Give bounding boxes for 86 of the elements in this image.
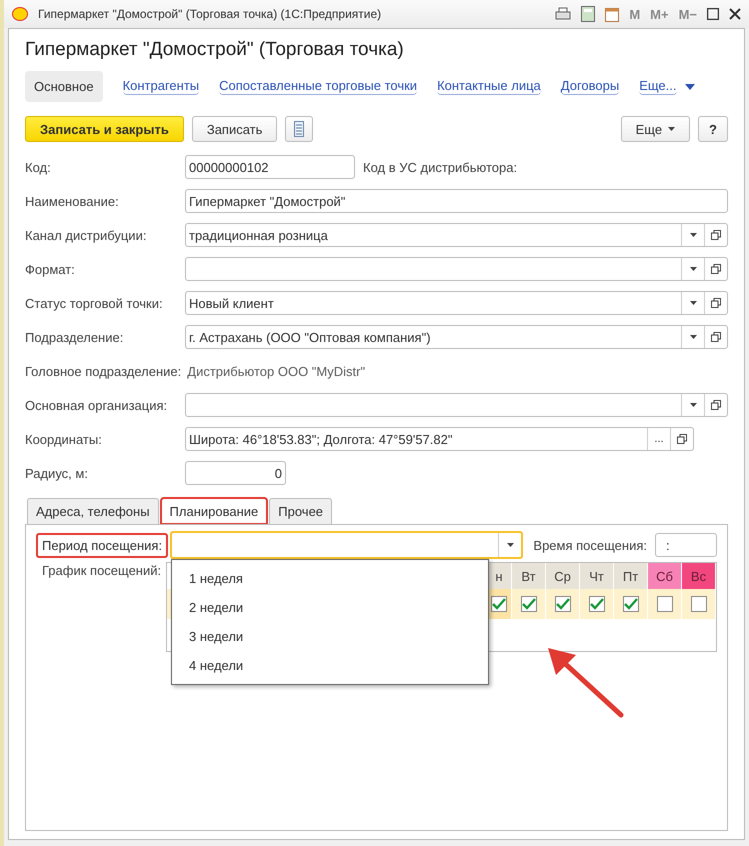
close-icon[interactable] xyxy=(729,8,741,20)
tab[interactable]: Адреса, телефоны xyxy=(27,498,159,524)
select-field[interactable]: г. Астрахань (ООО "Оптовая компания") xyxy=(185,325,728,349)
field-label: Время посещения: xyxy=(533,538,647,552)
save-button[interactable]: Записать xyxy=(192,116,278,142)
open-icon xyxy=(711,230,721,240)
checkmark-icon xyxy=(522,598,536,610)
list-button[interactable] xyxy=(285,116,314,142)
field-label: Координаты: xyxy=(25,432,103,446)
list-icon xyxy=(294,121,304,137)
caret-icon xyxy=(668,127,676,131)
checkmark-icon xyxy=(624,598,638,610)
menu-option[interactable]: 1 неделя xyxy=(172,564,488,593)
section-link[interactable]: Контактные лица xyxy=(437,78,541,95)
caret-icon xyxy=(506,543,514,547)
day-checkbox[interactable] xyxy=(622,596,638,612)
save-close-button[interactable]: Записать и закрыть xyxy=(25,116,184,142)
field-label: Код в УС дистрибьютора: xyxy=(363,160,518,174)
caret-icon xyxy=(690,301,696,305)
day-checkbox[interactable] xyxy=(491,596,507,612)
select-field[interactable] xyxy=(170,531,524,559)
day-header: Ср xyxy=(546,563,580,589)
field-label: Головное подразделение: xyxy=(25,364,182,378)
window-title: Гипермаркет "Домострой" (Торговая точка) (1С:Предприятие) xyxy=(38,7,382,21)
field-label: Канал дистрибуции: xyxy=(25,228,148,242)
checkmark-icon xyxy=(556,598,570,610)
number-field[interactable]: 0 xyxy=(185,461,286,485)
caret-icon xyxy=(690,335,696,339)
day-checkbox[interactable] xyxy=(520,596,536,612)
caret-icon xyxy=(690,267,696,271)
day-checkbox[interactable] xyxy=(656,596,672,612)
day-checkbox[interactable] xyxy=(554,596,570,612)
field-value: Дистрибьютор ООО "MyDistr" xyxy=(187,364,366,378)
checkmark-icon xyxy=(590,598,604,610)
field-label: Основная организация: xyxy=(25,398,168,412)
open-icon xyxy=(711,264,721,274)
field-label: Код: xyxy=(25,160,52,174)
caret-icon xyxy=(690,233,696,237)
day-checkbox[interactable] xyxy=(588,596,604,612)
field-label: Период посещения: xyxy=(36,532,168,558)
day-header: Сб xyxy=(648,563,682,589)
field-label: График посещений: xyxy=(42,563,162,578)
text-field[interactable]: 00000000102 xyxy=(185,155,355,179)
maximize-icon[interactable] xyxy=(707,8,719,20)
day-header: Пт xyxy=(614,563,648,589)
field-label: Подразделение: xyxy=(25,330,124,344)
field-label: Наименование: xyxy=(25,194,120,208)
field-label: Формат: xyxy=(25,262,76,276)
text-field[interactable]: Гипермаркет "Домострой" xyxy=(185,189,728,213)
menu-option[interactable]: 2 недели xyxy=(172,593,488,622)
tab[interactable]: Прочее xyxy=(269,498,332,524)
checkmark-icon xyxy=(492,598,506,610)
day-header: Вт xyxy=(512,563,546,589)
open-icon xyxy=(677,434,687,444)
open-icon xyxy=(711,298,721,308)
calendar-icon[interactable] xyxy=(605,6,620,22)
menu-option[interactable]: 4 недели xyxy=(172,651,488,680)
select-field[interactable] xyxy=(185,257,728,281)
printer-icon[interactable] xyxy=(555,7,572,21)
tab[interactable]: Планирование xyxy=(160,498,268,524)
select-field[interactable]: Новый клиент xyxy=(185,291,728,315)
select-field[interactable]: традиционная розница xyxy=(185,223,728,247)
open-icon xyxy=(711,400,721,410)
caret-icon xyxy=(684,84,694,90)
help-button[interactable]: ? xyxy=(698,116,728,142)
calculator-icon[interactable] xyxy=(581,6,596,22)
day-checkbox[interactable] xyxy=(690,596,706,612)
logo-icon xyxy=(12,7,28,21)
open-icon xyxy=(711,332,721,342)
select-field[interactable] xyxy=(185,393,728,417)
section-link[interactable]: Основное xyxy=(25,71,103,102)
more-button[interactable]: Еще xyxy=(620,116,690,142)
section-link[interactable]: Контрагенты xyxy=(122,78,200,95)
field-label: Радиус, м: xyxy=(25,466,89,480)
time-field[interactable]: : xyxy=(655,533,717,557)
section-link[interactable]: Договоры xyxy=(560,78,620,95)
day-header: Вс xyxy=(682,563,716,589)
day-header: Чт xyxy=(580,563,614,589)
form-title: Гипермаркет "Домострой" (Торговая точка) xyxy=(25,39,405,61)
menu-option[interactable]: 3 недели xyxy=(172,622,488,651)
caret-icon xyxy=(690,403,696,407)
coordinates-field[interactable]: Широта: 46°18'53.83"; Долгота: 47°59'57.82" ... xyxy=(185,427,694,451)
section-link[interactable]: Еще... xyxy=(639,78,676,95)
section-link[interactable]: Сопоставленные торговые точки xyxy=(219,78,418,95)
field-label: Статус торговой точки: xyxy=(25,296,164,310)
day-header: н xyxy=(487,563,512,589)
